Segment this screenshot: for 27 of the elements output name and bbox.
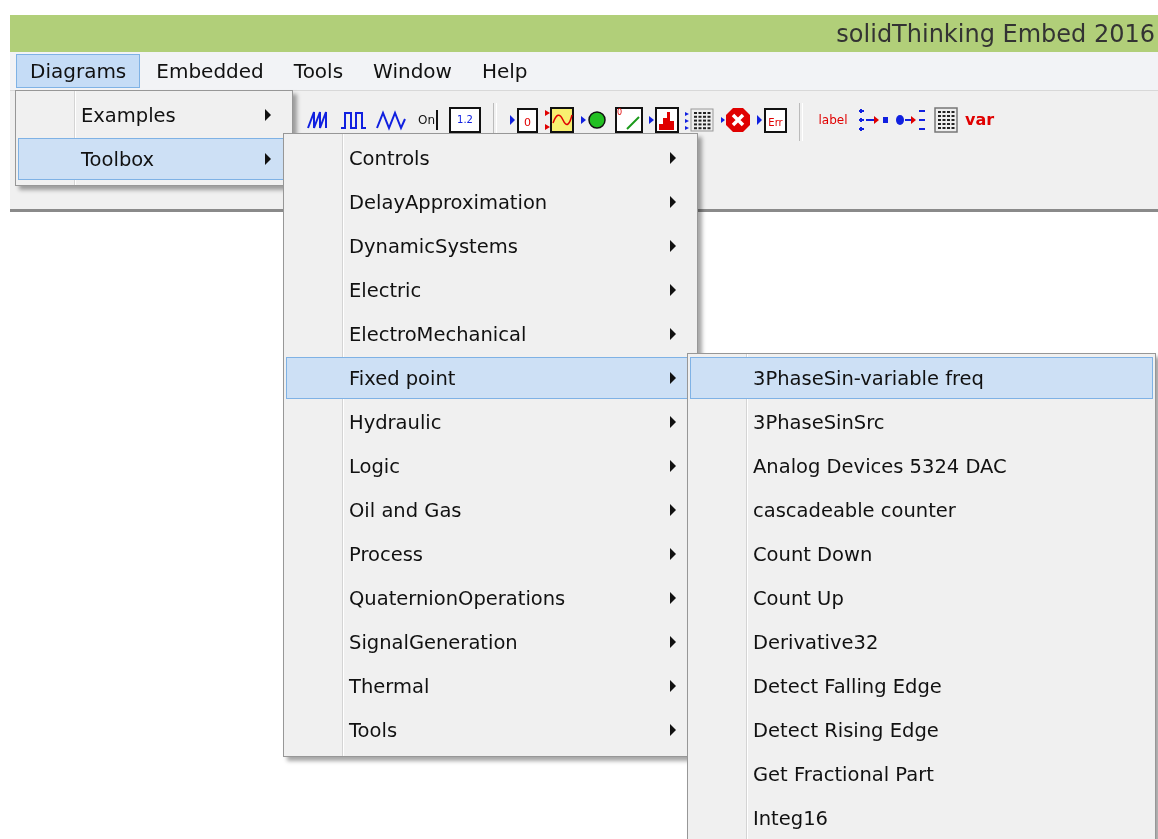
menu-item[interactable]: DynamicSystems <box>286 225 695 267</box>
menu-item[interactable]: Electric <box>286 269 695 311</box>
variable-block-icon[interactable]: var <box>965 107 995 133</box>
menu-bar-item[interactable]: Help <box>467 54 542 88</box>
menu-item[interactable]: DelayApproximation <box>286 181 695 223</box>
window-title: solidThinking Embed 2016 <box>836 19 1155 48</box>
menu-item[interactable]: ElectroMechanical <box>286 313 695 355</box>
triangle-wave-icon[interactable] <box>375 109 407 131</box>
stop-sign-icon[interactable] <box>721 106 751 134</box>
plot-block-icon[interactable] <box>545 107 575 133</box>
gain-block-icon[interactable]: 0 <box>615 107 643 133</box>
table-grid-icon[interactable] <box>933 107 959 133</box>
bus-merge-icon[interactable] <box>895 108 927 132</box>
label-block-icon[interactable]: label <box>815 107 851 133</box>
bar-chart-block-icon[interactable] <box>649 107 679 133</box>
menu-item[interactable]: Get Fractional Part <box>690 753 1153 795</box>
menu-bar-item[interactable]: Tools <box>279 54 358 88</box>
menu-item[interactable]: Examples <box>18 94 290 136</box>
menu-bar-item[interactable]: Window <box>359 54 466 88</box>
square-wave-icon[interactable] <box>339 109 369 131</box>
menu-item[interactable]: 3PhaseSin-variable freq <box>690 357 1153 399</box>
numeric-display-icon[interactable]: 1.2 <box>449 107 481 133</box>
menu-item[interactable]: Integ16 <box>690 797 1153 839</box>
menu-bar-item[interactable]: Embedded <box>142 54 278 88</box>
bus-split-icon[interactable] <box>857 108 889 132</box>
matrix-block-icon[interactable] <box>685 107 715 133</box>
menu-bar-item[interactable]: Diagrams <box>16 54 141 88</box>
